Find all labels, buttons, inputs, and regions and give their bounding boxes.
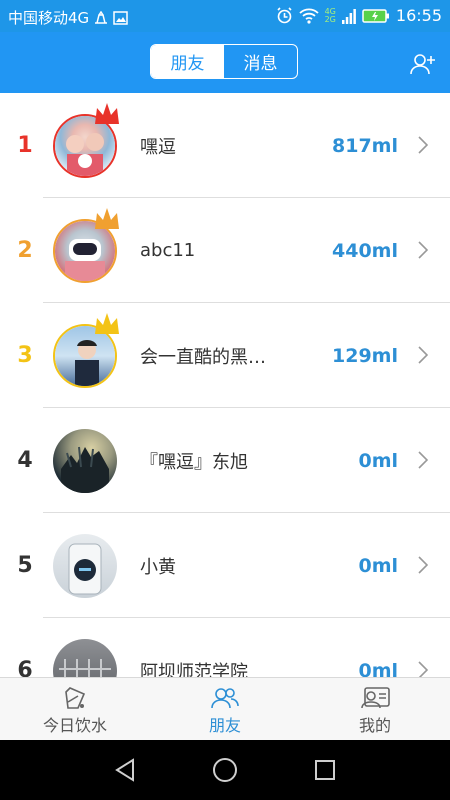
list-item[interactable]: 1 嘿逗 817ml <box>0 93 450 198</box>
chevron-right-icon <box>418 136 428 154</box>
list-item[interactable]: 6 阿坝师范学院 0ml <box>0 618 450 677</box>
system-nav-bar <box>0 740 450 800</box>
crown-icon <box>95 313 119 334</box>
avatar-photo <box>61 446 109 493</box>
battery-charging-icon <box>362 8 389 23</box>
clock: 16:55 <box>395 6 442 25</box>
friend-name: 嘿逗 <box>140 136 176 158</box>
friend-name: abc11 <box>140 240 196 261</box>
avatar <box>53 103 119 178</box>
chevron-right-icon <box>418 451 428 469</box>
water-amount: 129ml <box>332 344 398 367</box>
crown-icon <box>95 208 119 229</box>
crown-icon <box>95 103 119 124</box>
carrier-label: 中国移动4G <box>8 9 90 27</box>
tab-label: 朋友 <box>208 716 241 735</box>
water-cup-icon <box>65 687 86 709</box>
signal-icon <box>341 8 356 24</box>
avatar-photo <box>59 659 111 677</box>
avatar <box>53 534 117 598</box>
profile-card-icon <box>361 687 390 709</box>
water-amount: 0ml <box>358 554 398 577</box>
rank-number: 5 <box>17 553 33 578</box>
friend-name: 『嘿逗』东旭 <box>140 451 248 473</box>
back-triangle-icon[interactable] <box>114 758 136 782</box>
tab-label: 我的 <box>358 716 391 735</box>
avatar <box>53 429 117 493</box>
chevron-right-icon <box>418 556 428 574</box>
network-type: 4G 2G <box>325 8 336 24</box>
avatar-photo <box>68 543 102 595</box>
avatar <box>53 313 119 388</box>
avatar <box>53 639 117 677</box>
rank-number: 2 <box>17 238 33 263</box>
chevron-right-icon <box>418 661 428 677</box>
water-amount: 0ml <box>358 659 398 678</box>
usb-debug-icon <box>95 10 108 24</box>
water-amount: 0ml <box>358 449 398 472</box>
image-notification-icon <box>113 10 128 25</box>
app-header: 朋友 消息 <box>0 32 450 93</box>
friend-name: 阿坝师范学院 <box>140 661 248 678</box>
tab-friends[interactable]: 朋友 <box>151 45 224 78</box>
wifi-icon <box>298 8 319 24</box>
network-2g: 2G <box>324 15 336 24</box>
rank-number: 3 <box>17 343 33 368</box>
rank-number: 6 <box>17 658 33 677</box>
add-user-icon[interactable] <box>410 52 436 76</box>
friends-messages-switch: 朋友 消息 <box>150 44 298 79</box>
friend-name: 会一直酷的黑… <box>140 346 266 368</box>
tab-friends-bottom[interactable]: 朋友 <box>150 678 300 740</box>
status-bar: 中国移动4G 4G 2G 16:55 <box>0 0 450 32</box>
tab-messages[interactable]: 消息 <box>224 45 297 78</box>
rank-number: 4 <box>17 448 33 473</box>
water-amount: 440ml <box>332 239 398 262</box>
avatar <box>53 208 119 283</box>
list-item[interactable]: 4 『嘿逗』东旭 0ml <box>0 408 450 513</box>
water-amount: 817ml <box>332 134 398 157</box>
chevron-right-icon <box>418 346 428 364</box>
tab-profile[interactable]: 我的 <box>300 678 450 740</box>
recents-square-icon[interactable] <box>314 759 336 781</box>
alarm-icon <box>277 7 292 24</box>
bottom-tab-bar: 今日饮水 朋友 我的 <box>0 677 450 740</box>
friend-ranking-list: 1 嘿逗 817ml 2 abc11 440ml 3 会一直酷的黑… 129ml… <box>0 93 450 677</box>
friends-icon <box>211 688 239 709</box>
list-item[interactable]: 5 小黄 0ml <box>0 513 450 618</box>
chevron-right-icon <box>418 241 428 259</box>
friend-name: 小黄 <box>140 556 176 578</box>
list-item[interactable]: 2 abc11 440ml <box>0 198 450 303</box>
list-item[interactable]: 3 会一直酷的黑… 129ml <box>0 303 450 408</box>
rank-number: 1 <box>17 133 33 158</box>
home-circle-icon[interactable] <box>212 757 238 783</box>
tab-label: 今日饮水 <box>42 716 107 735</box>
tab-today-water[interactable]: 今日饮水 <box>0 678 150 740</box>
